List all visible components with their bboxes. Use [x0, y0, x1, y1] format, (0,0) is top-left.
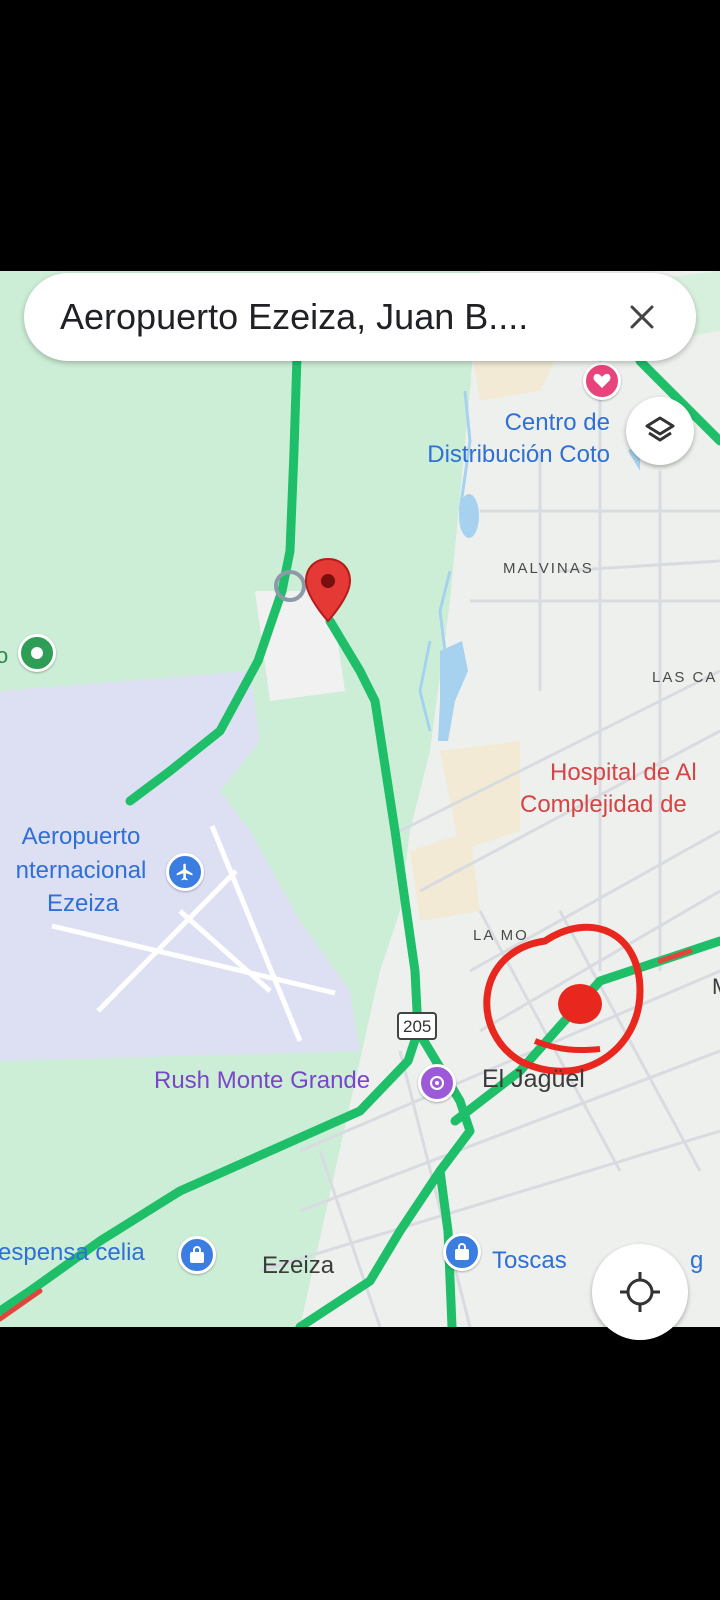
- heart-icon[interactable]: [583, 362, 621, 400]
- poi-label-coto-line1: Centro de: [504, 409, 610, 436]
- shopping-bag-icon[interactable]: [178, 1236, 216, 1274]
- place-las-ca: LAS CA: [652, 669, 718, 686]
- airplane-icon[interactable]: [166, 853, 204, 891]
- poi-label-airport-line3: Ezeiza: [46, 890, 120, 918]
- close-button[interactable]: [612, 287, 672, 347]
- poi-label-toscas[interactable]: Toscas: [492, 1247, 567, 1275]
- poi-label-airport-line1: Aeropuerto: [21, 823, 141, 850]
- gym-icon[interactable]: [418, 1064, 456, 1102]
- poi-label-coto[interactable]: Centro de Distribución Coto: [360, 409, 610, 468]
- place-partial-m: M: [712, 974, 720, 999]
- poi-label-hospital[interactable]: Hospital de Al Complejidad de: [520, 759, 697, 818]
- poi-label-coto-line2: Distribución Coto: [427, 440, 610, 468]
- park-poi-icon[interactable]: [18, 634, 56, 672]
- poi-label-despensa[interactable]: espensa celia: [0, 1239, 145, 1267]
- location-pin-icon[interactable]: [304, 557, 352, 623]
- poi-label-airport-line2: nternacional: [15, 856, 147, 884]
- search-bar[interactable]: Aeropuerto Ezeiza, Juan B....: [24, 273, 696, 361]
- layers-icon: [645, 416, 675, 442]
- my-location-icon: [620, 1272, 660, 1312]
- poi-label-partial-g: g: [690, 1247, 704, 1274]
- my-location-button[interactable]: [592, 1244, 688, 1340]
- place-el-jaguel: El Jagüel: [482, 1065, 585, 1093]
- route-shield-205: 205: [403, 1017, 432, 1036]
- search-input[interactable]: Aeropuerto Ezeiza, Juan B....: [60, 296, 612, 338]
- shopping-bag-icon-toscas[interactable]: [443, 1233, 481, 1271]
- place-malvinas: MALVINAS: [503, 560, 594, 577]
- poi-label-airport[interactable]: Aeropuerto nternacional Ezeiza: [0, 823, 170, 918]
- poi-label-partial: o: [0, 643, 9, 668]
- close-icon: [630, 305, 654, 329]
- poi-label-hospital-line2: Complejidad de: [520, 790, 687, 818]
- poi-label-rush[interactable]: Rush Monte Grande: [154, 1067, 370, 1095]
- layers-button[interactable]: [626, 397, 694, 465]
- place-la-mo: LA MO: [473, 927, 529, 944]
- place-ezeiza: Ezeiza: [262, 1252, 335, 1279]
- poi-label-hospital-line1: Hospital de Al: [550, 759, 697, 786]
- map-view[interactable]: 205 Centro de Distribución Coto o MALVIN…: [0, 271, 720, 1327]
